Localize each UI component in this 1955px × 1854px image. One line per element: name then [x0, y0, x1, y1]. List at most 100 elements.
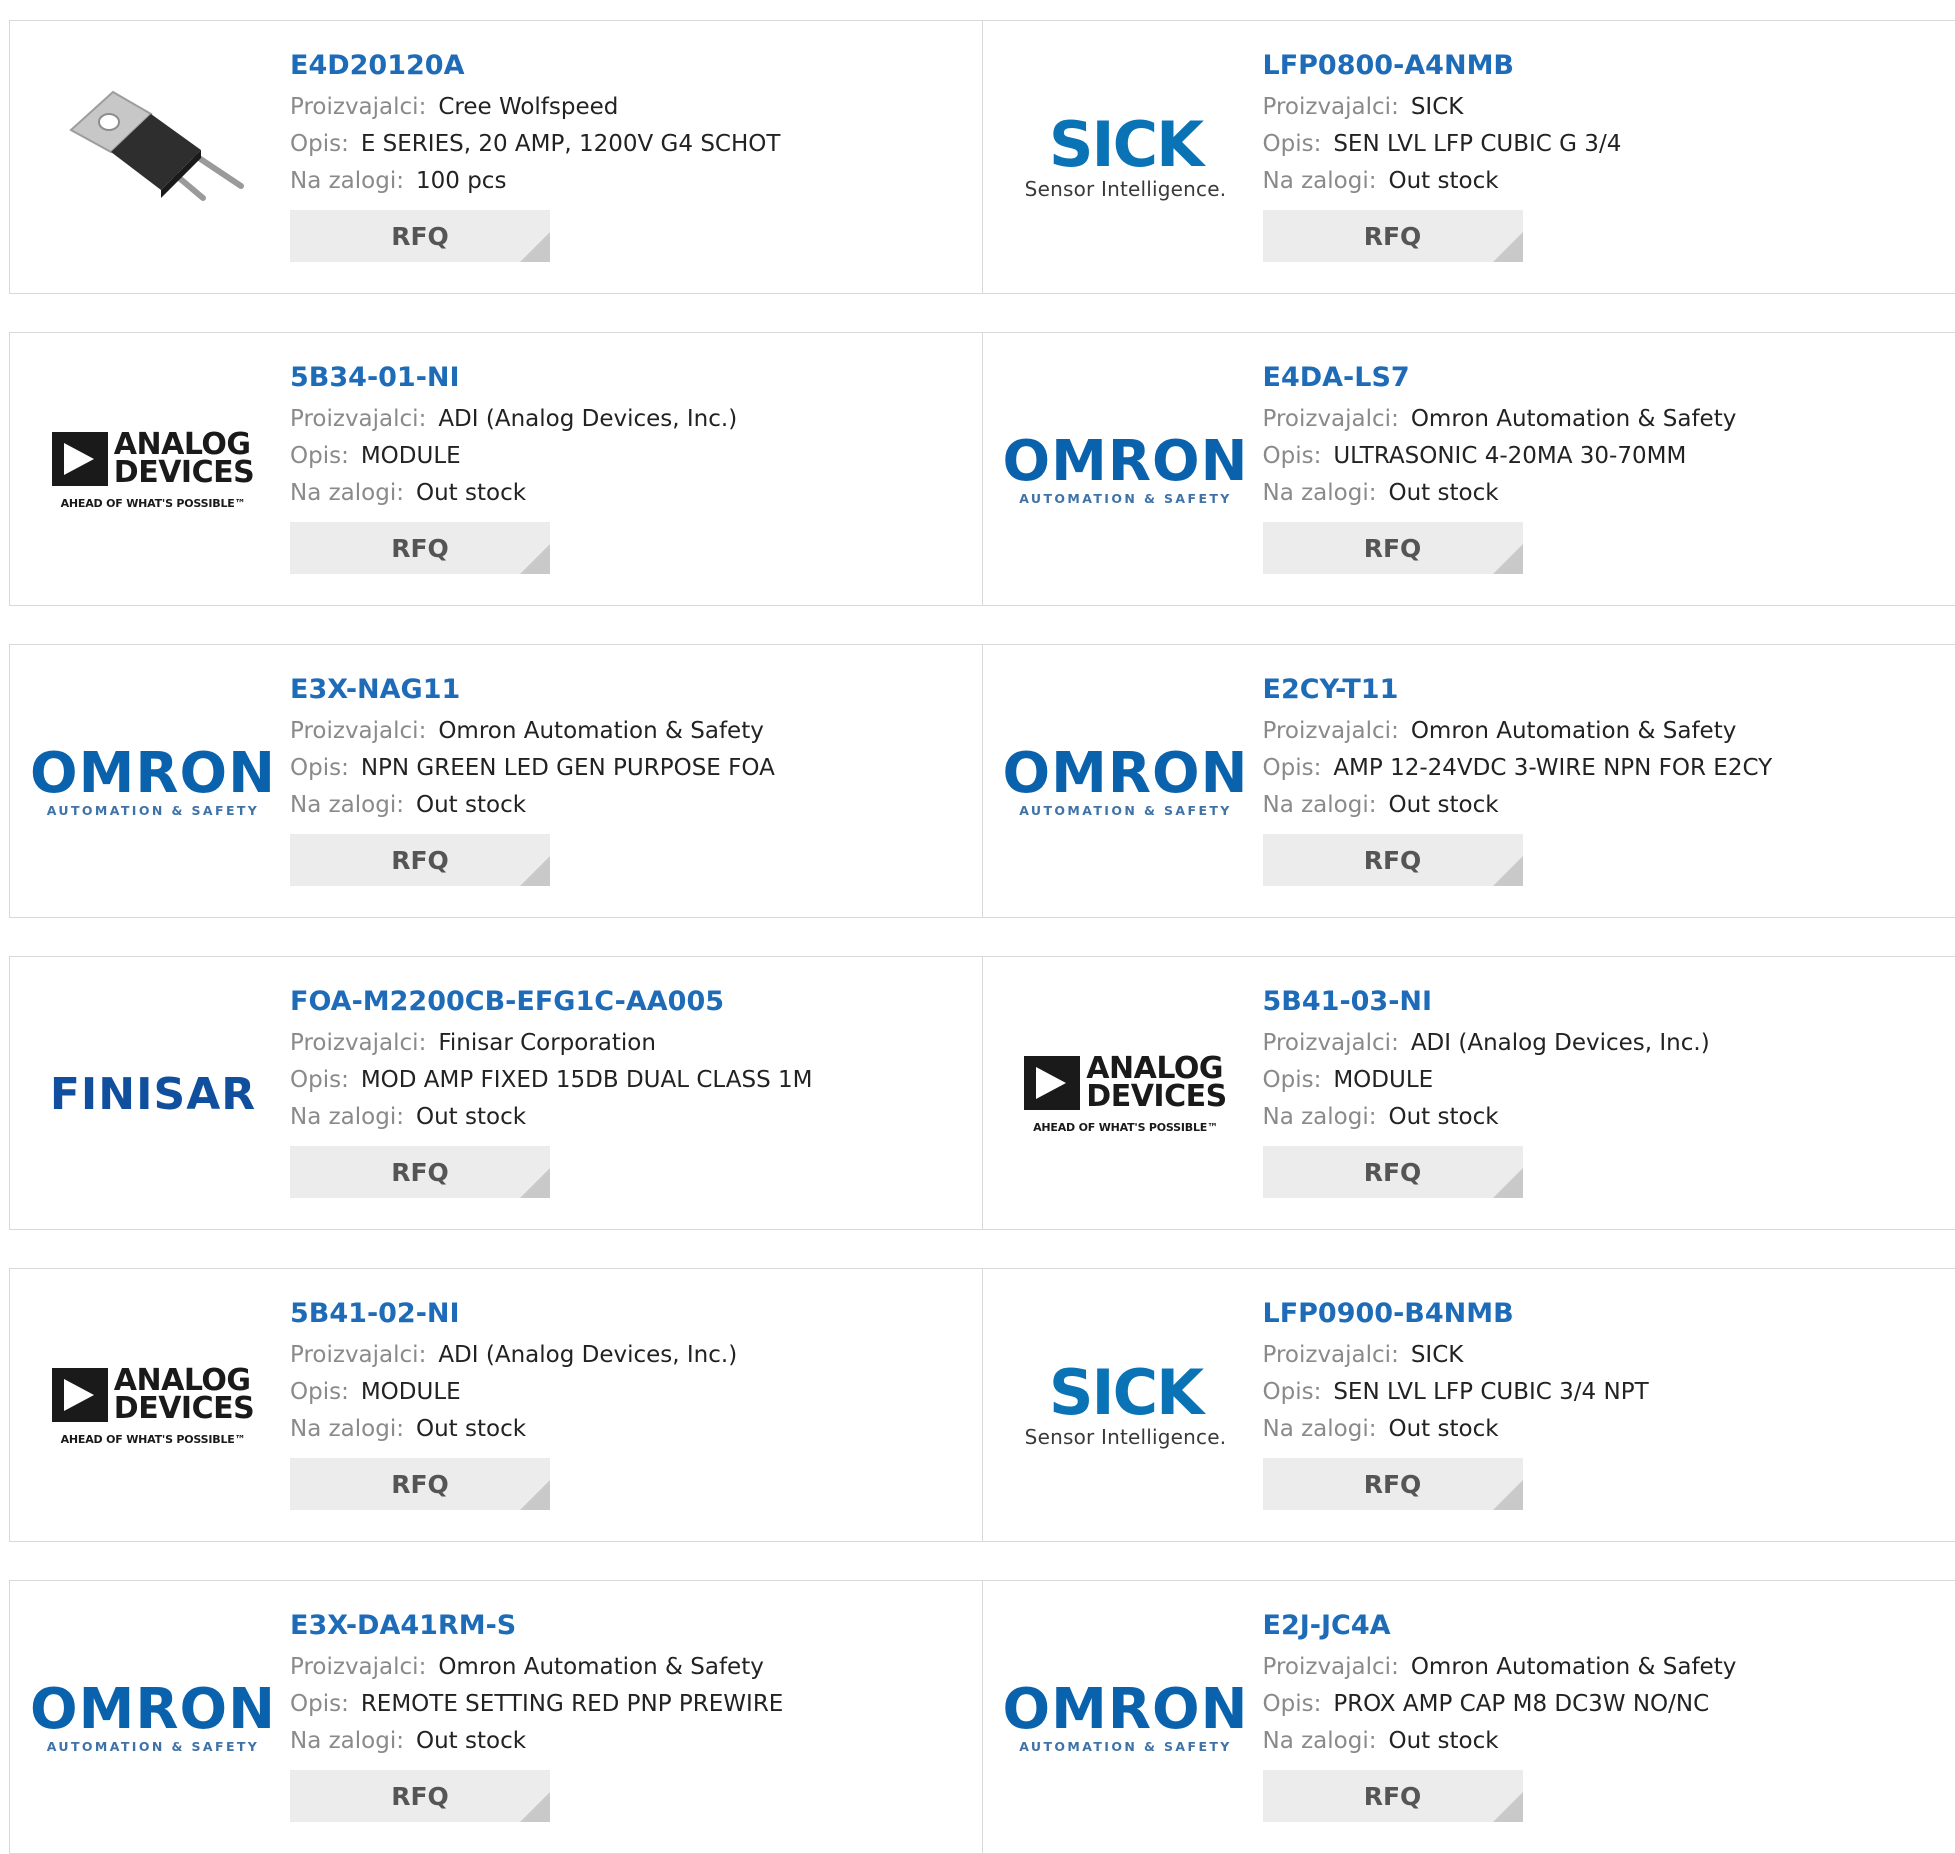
- stock-line: Na zalogi:Out stock: [290, 1723, 970, 1760]
- stock-value: Out stock: [1388, 792, 1498, 818]
- manufacturer-value: Finisar Corporation: [438, 1030, 656, 1056]
- rfq-button[interactable]: RFQ: [290, 1770, 550, 1822]
- stock-label: Na zalogi:: [290, 480, 404, 506]
- manufacturer-value: Cree Wolfspeed: [438, 94, 618, 120]
- description-line: Opis:REMOTE SETTING RED PNP PREWIRE: [290, 1686, 970, 1723]
- stock-value: Out stock: [1388, 1728, 1498, 1754]
- manufacturer-value: ADI (Analog Devices, Inc.): [438, 406, 737, 432]
- rfq-button-label: RFQ: [391, 222, 449, 251]
- description-label: Opis:: [290, 131, 349, 157]
- rfq-button[interactable]: RFQ: [1263, 210, 1523, 262]
- stock-label: Na zalogi:: [1263, 168, 1377, 194]
- stock-line: Na zalogi:Out stock: [1263, 475, 1943, 512]
- part-number-link[interactable]: 5B41-03-NI: [1263, 985, 1943, 1019]
- rfq-button-label: RFQ: [391, 846, 449, 875]
- part-number-link[interactable]: FOA-M2200CB-EFG1C-AA005: [290, 985, 970, 1019]
- rfq-button[interactable]: RFQ: [290, 1146, 550, 1198]
- description-value: PROX AMP CAP M8 DC3W NO/NC: [1333, 1691, 1709, 1717]
- product-card: OMRON AUTOMATION & SAFETY E2CY-T11 Proizv…: [983, 645, 1955, 917]
- product-card: OMRON AUTOMATION & SAFETY E4DA-LS7Proizv…: [983, 333, 1955, 605]
- description-label: Opis:: [290, 1067, 349, 1093]
- product-card: E4D20120A Proizvajalci: Cree Wolfspeed Opis…: [10, 21, 983, 293]
- product-row: E4D20120A Proizvajalci: Cree Wolfspeed Opis…: [9, 20, 1955, 294]
- manufacturer-value: SICK: [1411, 1342, 1464, 1368]
- product-card: ANALOG DEVICES AHEAD OF WHAT'S POSSIBLE™…: [983, 957, 1955, 1229]
- description-line: Opis:NPN GREEN LED GEN PURPOSE FOA: [290, 750, 970, 787]
- part-number-link[interactable]: E2J-JC4A: [1263, 1609, 1943, 1643]
- corner-fold-icon: [1493, 1168, 1523, 1198]
- manufacturer-label: Proizvajalci:: [290, 406, 426, 432]
- corner-fold-icon: [520, 232, 550, 262]
- part-number-link[interactable]: E3X-DA41RM-S: [290, 1609, 970, 1643]
- analog-devices-logo: ANALOG DEVICES AHEAD OF WHAT'S POSSIBLE™: [52, 431, 254, 510]
- to220-package-image: [53, 78, 253, 238]
- corner-fold-icon: [1493, 1480, 1523, 1510]
- description-line: Opis:MODULE: [1263, 1062, 1943, 1099]
- manufacturer-line: Proizvajalci:ADI (Analog Devices, Inc.): [290, 1337, 970, 1374]
- rfq-button[interactable]: RFQ: [290, 522, 550, 574]
- stock-label: Na zalogi:: [1263, 480, 1377, 506]
- part-number-link[interactable]: E4DA-LS7: [1263, 361, 1943, 395]
- rfq-button-label: RFQ: [391, 1158, 449, 1187]
- product-card: OMRON AUTOMATION & SAFETY E3X-DA41RM-SPr…: [10, 1581, 983, 1853]
- rfq-button-label: RFQ: [1364, 846, 1422, 875]
- omron-logo-tagline: AUTOMATION & SAFETY: [1019, 1739, 1232, 1754]
- rfq-button[interactable]: RFQ: [1263, 1146, 1523, 1198]
- manufacturer-value: ADI (Analog Devices, Inc.): [1411, 1030, 1710, 1056]
- sick-logo-tagline: Sensor Intelligence.: [1025, 177, 1227, 201]
- rfq-button-label: RFQ: [391, 1470, 449, 1499]
- part-number-link[interactable]: E4D20120A: [290, 49, 970, 83]
- rfq-button[interactable]: RFQ: [1263, 522, 1523, 574]
- rfq-button[interactable]: RFQ: [1263, 834, 1523, 886]
- omron-logo-word: OMRON: [1003, 747, 1249, 801]
- product-logo: ANALOG DEVICES AHEAD OF WHAT'S POSSIBLE™: [1021, 1019, 1231, 1169]
- product-logo: [48, 83, 258, 233]
- rfq-button[interactable]: RFQ: [290, 210, 550, 262]
- manufacturer-label: Proizvajalci:: [290, 94, 426, 120]
- stock-line: Na zalogi:Out stock: [1263, 1099, 1943, 1136]
- manufacturer-line: Proizvajalci:Omron Automation & Safety: [1263, 401, 1943, 438]
- manufacturer-line: Proizvajalci:Omron Automation & Safety: [1263, 713, 1943, 750]
- part-number-link[interactable]: 5B41-02-NI: [290, 1297, 970, 1331]
- description-line: Opis:MODULE: [290, 438, 970, 475]
- description-line: Opis:PROX AMP CAP M8 DC3W NO/NC: [1263, 1686, 1943, 1723]
- omron-logo-tagline: AUTOMATION & SAFETY: [1019, 803, 1232, 818]
- part-number-link[interactable]: LFP0800-A4NMB: [1263, 49, 1943, 83]
- manufacturer-line: Proizvajalci: SICK: [1263, 89, 1943, 126]
- omron-logo: OMRON AUTOMATION & SAFETY: [30, 747, 276, 818]
- manufacturer-label: Proizvajalci:: [290, 1030, 426, 1056]
- rfq-button-label: RFQ: [391, 1782, 449, 1811]
- rfq-button[interactable]: RFQ: [290, 834, 550, 886]
- manufacturer-value: Omron Automation & Safety: [1411, 718, 1737, 744]
- product-logo: ANALOG DEVICES AHEAD OF WHAT'S POSSIBLE™: [48, 395, 258, 545]
- omron-logo: OMRON AUTOMATION & SAFETY: [1003, 1683, 1249, 1754]
- product-row: OMRON AUTOMATION & SAFETY E3X-NAG11 Proiz…: [9, 644, 1955, 918]
- corner-fold-icon: [520, 1480, 550, 1510]
- rfq-button[interactable]: RFQ: [1263, 1458, 1523, 1510]
- description-value: SEN LVL LFP CUBIC 3/4 NPT: [1333, 1379, 1648, 1405]
- description-value: MOD AMP FIXED 15DB DUAL CLASS 1M: [361, 1067, 813, 1093]
- part-number-link[interactable]: E3X-NAG11: [290, 673, 970, 707]
- manufacturer-line: Proizvajalci:Omron Automation & Safety: [290, 1649, 970, 1686]
- manufacturer-label: Proizvajalci:: [1263, 94, 1399, 120]
- rfq-button[interactable]: RFQ: [1263, 1770, 1523, 1822]
- rfq-button[interactable]: RFQ: [290, 1458, 550, 1510]
- stock-value: 100 pcs: [416, 168, 506, 194]
- description-line: Opis:ULTRASONIC 4-20MA 30-70MM: [1263, 438, 1943, 475]
- omron-logo-word: OMRON: [1003, 1683, 1249, 1737]
- product-card: SICK Sensor Intelligence. LFP0900-B4NMBP…: [983, 1269, 1955, 1541]
- rfq-button-label: RFQ: [391, 534, 449, 563]
- product-row: ANALOG DEVICES AHEAD OF WHAT'S POSSIBLE™…: [9, 332, 1955, 606]
- description-value: MODULE: [1333, 1067, 1433, 1093]
- corner-fold-icon: [520, 1792, 550, 1822]
- corner-fold-icon: [520, 544, 550, 574]
- manufacturer-value: SICK: [1411, 94, 1464, 120]
- description-value: NPN GREEN LED GEN PURPOSE FOA: [361, 755, 775, 781]
- manufacturer-label: Proizvajalci:: [1263, 406, 1399, 432]
- part-number-link[interactable]: 5B34-01-NI: [290, 361, 970, 395]
- part-number-link[interactable]: LFP0900-B4NMB: [1263, 1297, 1943, 1331]
- corner-fold-icon: [520, 856, 550, 886]
- analog-devices-logo: ANALOG DEVICES AHEAD OF WHAT'S POSSIBLE™: [1024, 1055, 1226, 1134]
- corner-fold-icon: [1493, 1792, 1523, 1822]
- part-number-link[interactable]: E2CY-T11: [1263, 673, 1943, 707]
